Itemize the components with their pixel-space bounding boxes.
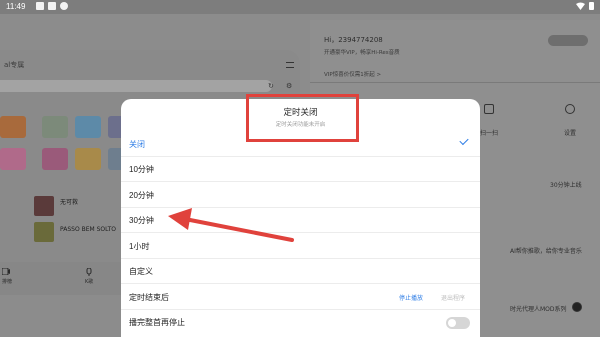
annotation-arrow <box>168 208 294 242</box>
